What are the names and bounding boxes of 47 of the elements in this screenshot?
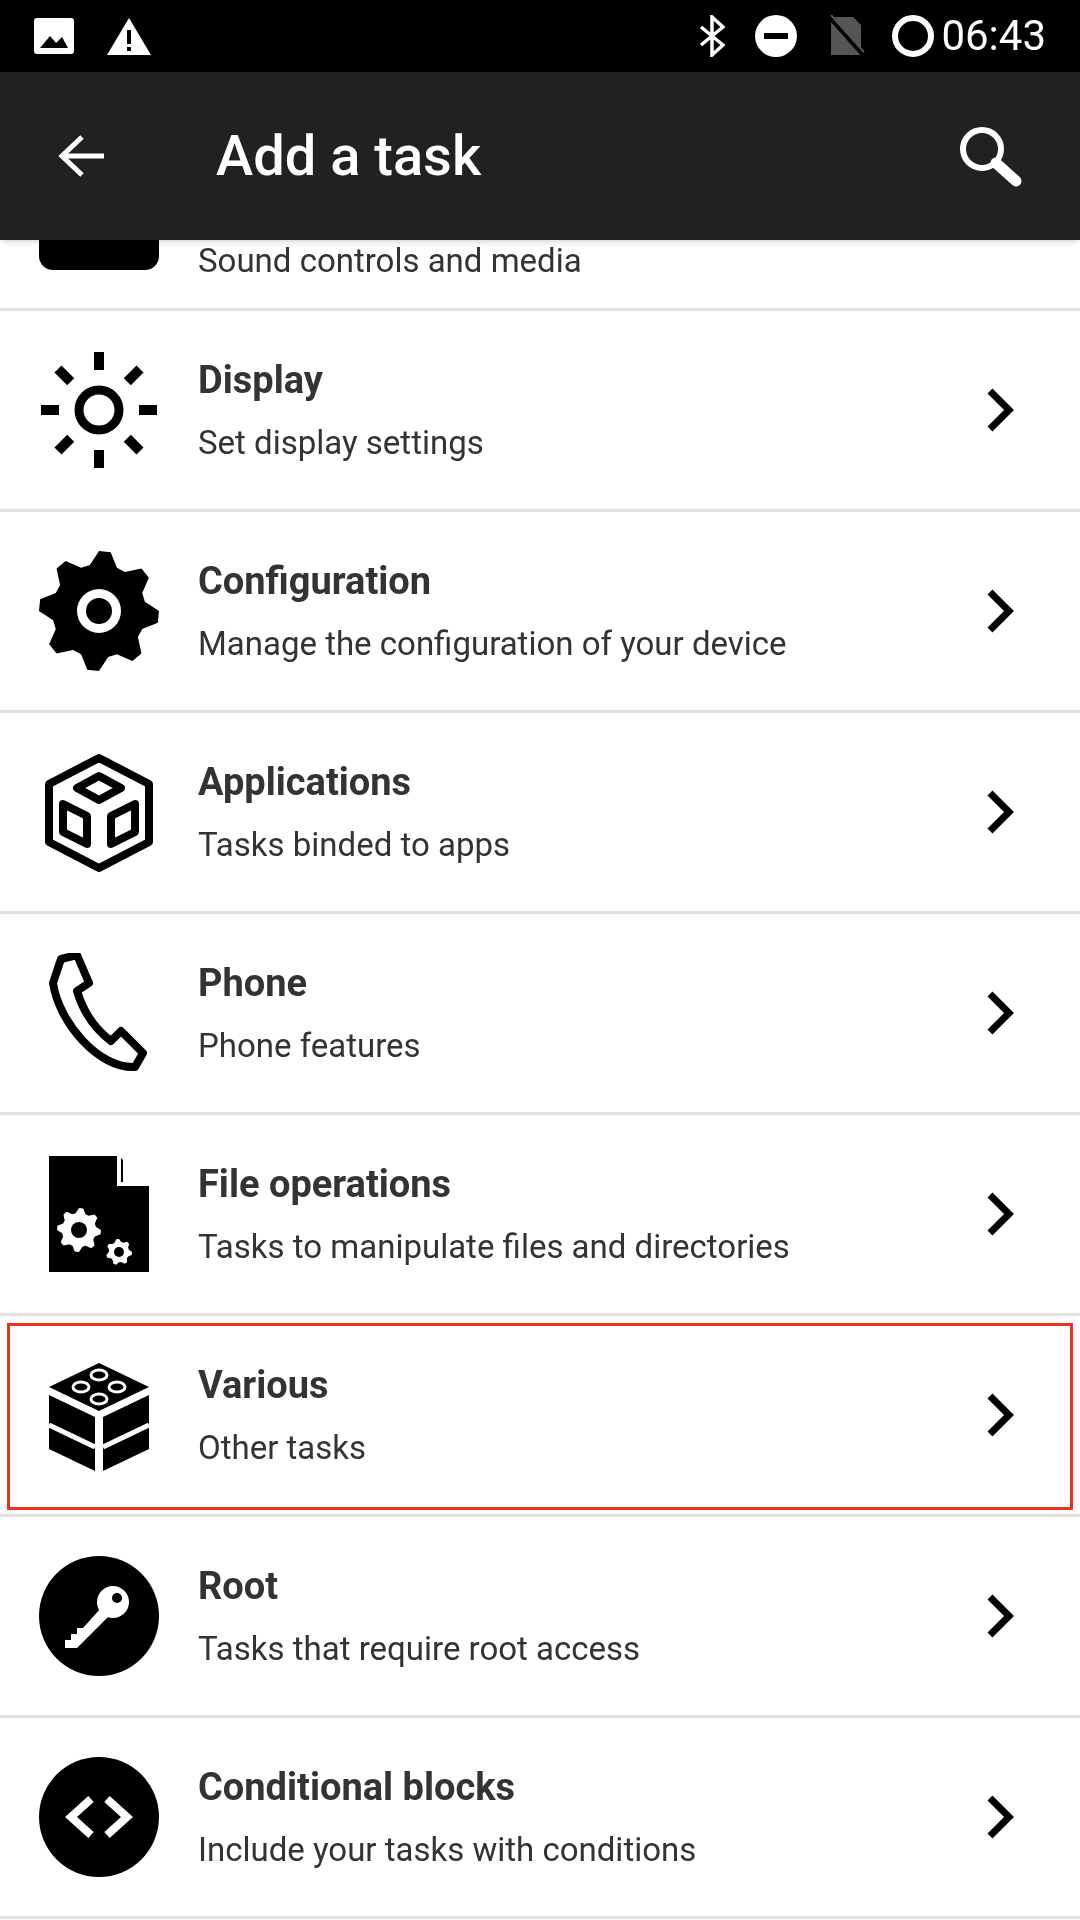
chevron-right-icon xyxy=(985,387,1015,433)
item-subtitle: Sound controls and media xyxy=(198,240,582,282)
list-item[interactable]: Applications Tasks binded to apps xyxy=(0,713,1080,914)
item-title: Configuration xyxy=(198,557,433,605)
screen-title: Add a task xyxy=(216,122,482,191)
rounded-square-icon xyxy=(39,240,159,270)
item-subtitle: Tasks that require root access xyxy=(198,1628,642,1670)
item-subtitle: Include your tasks with conditions xyxy=(198,1829,698,1871)
chevron-right-icon xyxy=(985,990,1015,1036)
gear-icon xyxy=(39,551,159,671)
chevron-right-icon xyxy=(985,1593,1015,1639)
item-title: Various xyxy=(198,1361,330,1409)
item-title: Root xyxy=(198,1562,280,1610)
warning-icon xyxy=(106,16,152,56)
list-item[interactable]: Root Tasks that require root access xyxy=(0,1517,1080,1718)
image-icon xyxy=(34,18,74,54)
item-title: File operations xyxy=(198,1160,453,1208)
code-brackets-icon xyxy=(39,1757,159,1877)
item-title: Conditional blocks xyxy=(198,1763,517,1811)
list-item[interactable]: Phone Phone features xyxy=(0,914,1080,1115)
chevron-right-icon xyxy=(985,1191,1015,1237)
list-item[interactable]: Sound controls and media xyxy=(0,240,1080,311)
item-title: Phone xyxy=(198,959,309,1007)
list-item[interactable]: Display Set display settings xyxy=(0,311,1080,512)
item-subtitle: Phone features xyxy=(198,1025,422,1067)
chevron-right-icon xyxy=(985,789,1015,835)
item-subtitle: Other tasks xyxy=(198,1427,368,1469)
list-item[interactable]: File operations Tasks to manipulate files and directories xyxy=(0,1115,1080,1316)
chevron-right-icon xyxy=(985,588,1015,634)
item-title: Display xyxy=(198,356,324,404)
item-title: Applications xyxy=(198,758,413,806)
item-subtitle: Tasks binded to apps xyxy=(198,824,511,866)
bluetooth-icon xyxy=(699,15,726,57)
no-sim-icon xyxy=(827,15,866,57)
item-subtitle: Set display settings xyxy=(198,422,485,464)
status-time: 06:43 xyxy=(941,15,1046,57)
sun-icon xyxy=(39,350,159,470)
list-item[interactable]: Various Other tasks xyxy=(0,1316,1080,1517)
chevron-right-icon xyxy=(985,1794,1015,1840)
chevron-right-icon xyxy=(985,1392,1015,1438)
item-subtitle: Manage the configuration of your device xyxy=(198,623,788,665)
battery-ring-icon xyxy=(891,14,936,58)
item-subtitle: Tasks to manipulate files and directories xyxy=(198,1226,791,1268)
do-not-disturb-icon xyxy=(755,15,798,57)
list-item[interactable]: Conditional blocks Include your tasks with conditions xyxy=(0,1718,1080,1919)
list-item[interactable]: Configuration Manage the configuration of your device xyxy=(0,512,1080,713)
key-icon xyxy=(39,1556,159,1676)
